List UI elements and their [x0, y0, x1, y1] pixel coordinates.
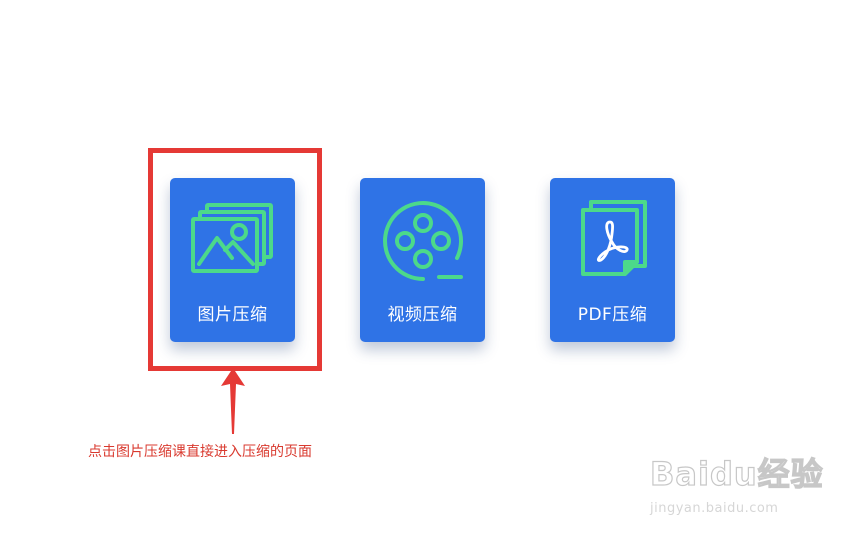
annotation-caption: 点击图片压缩课直接进入压缩的页面: [88, 444, 312, 460]
page-canvas: 图片压缩 视频压缩 PDF压缩 点击图片压缩课直接进入压缩的页面 Baidu经验…: [0, 0, 846, 541]
pdf-document-icon: [550, 178, 675, 288]
highlight-box: [148, 148, 322, 371]
up-arrow-icon: [221, 368, 245, 434]
video-compress-label: 视频压缩: [387, 305, 458, 325]
watermark-brand: Baidu经验: [649, 454, 824, 493]
baidu-watermark: Baidu经验 jingyan.baidu.com: [648, 449, 823, 524]
video-compress-card[interactable]: 视频压缩: [360, 178, 485, 342]
pdf-compress-card[interactable]: PDF压缩: [550, 178, 675, 342]
pdf-compress-label: PDF压缩: [577, 305, 648, 325]
film-reel-icon: [360, 178, 485, 288]
watermark-url: jingyan.baidu.com: [650, 501, 779, 516]
